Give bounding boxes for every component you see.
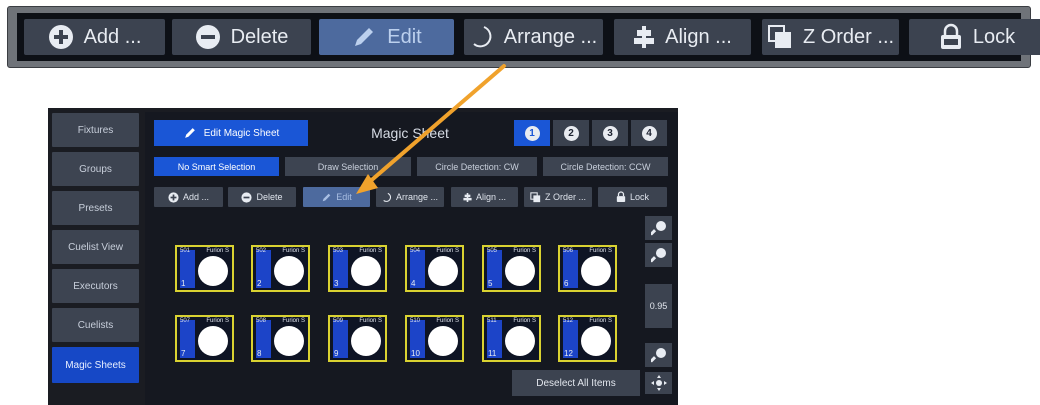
annotation-arrow (356, 64, 506, 194)
